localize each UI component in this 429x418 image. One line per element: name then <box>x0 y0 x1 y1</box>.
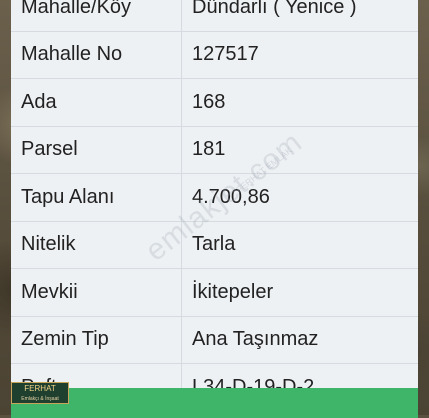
table-row: Ada 168 <box>11 79 418 127</box>
row-value: 168 <box>192 90 226 113</box>
row-label: Mahalle No <box>11 31 182 78</box>
row-value: 127517 <box>192 43 259 66</box>
agency-logo: FERHAT Emlakçı & İnşaat <box>11 382 69 404</box>
table-row: Mahalle No 127517 <box>11 31 418 79</box>
row-label: Ada <box>11 79 182 126</box>
row-value: Tarla <box>192 233 236 256</box>
row-value: 4.700,86 <box>192 185 270 208</box>
row-value: İkitepeler <box>192 280 274 303</box>
row-value: Dündarlı ( Yenice ) <box>192 0 357 18</box>
action-bar[interactable] <box>11 388 418 418</box>
table-row: Parsel 181 <box>11 126 418 174</box>
row-value: 181 <box>192 138 226 161</box>
logo-subtitle: Emlakçı & İnşaat <box>21 396 59 402</box>
row-label: Parsel <box>11 126 182 173</box>
table-row: Mahalle/Köy Dündarlı ( Yenice ) <box>11 0 418 32</box>
row-label: Nitelik <box>11 221 182 268</box>
table-row: Nitelik Tarla <box>11 221 418 269</box>
row-value: Ana Taşınmaz <box>192 328 319 351</box>
row-label: Tapu Alanı <box>11 174 182 221</box>
table-row: Mevkii İkitepeler <box>11 269 418 317</box>
parcel-info-table: Mahalle/Köy Dündarlı ( Yenice ) Mahalle … <box>11 0 418 412</box>
row-label: Zemin Tip <box>11 316 182 363</box>
row-label: Mahalle/Köy <box>11 0 182 31</box>
table-row: Tapu Alanı 4.700,86 <box>11 174 418 222</box>
logo-title: FERHAT <box>24 384 56 393</box>
table-row: Zemin Tip Ana Taşınmaz <box>11 316 418 364</box>
row-label: Mevkii <box>11 269 182 316</box>
